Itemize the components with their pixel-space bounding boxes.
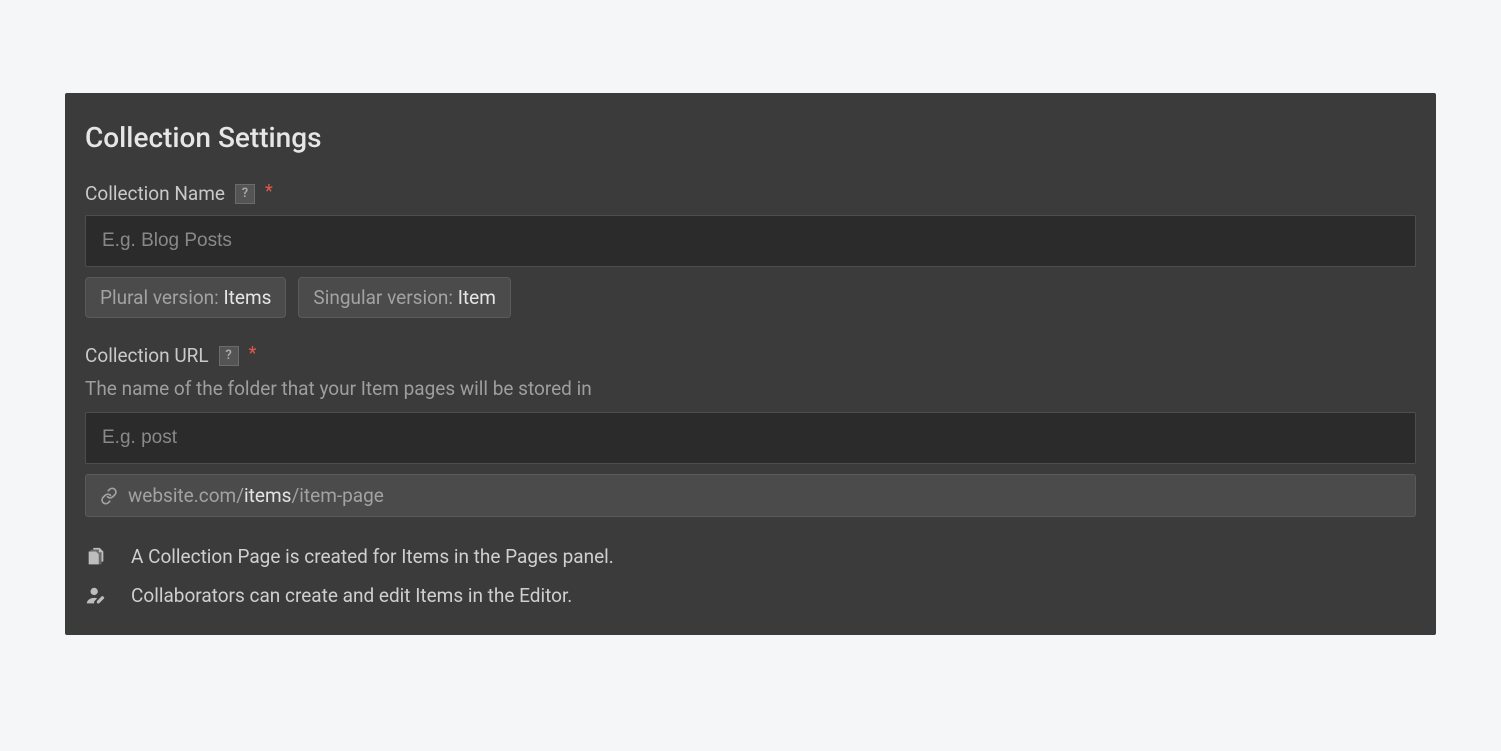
url-preview-suffix: /item-page bbox=[291, 484, 383, 507]
plural-version-chip[interactable]: Plural version: Items bbox=[85, 277, 286, 318]
collection-settings-panel: Collection Settings Collection Name ? * … bbox=[65, 93, 1436, 635]
collection-url-input[interactable] bbox=[85, 412, 1416, 464]
collection-url-hint: The name of the folder that your Item pa… bbox=[85, 377, 1416, 400]
singular-value: Item bbox=[458, 286, 496, 309]
collection-name-input[interactable] bbox=[85, 215, 1416, 267]
collection-name-label: Collection Name bbox=[85, 182, 225, 205]
url-preview-slug: items bbox=[244, 484, 291, 507]
help-icon[interactable]: ? bbox=[219, 346, 239, 366]
note-row-collection-page: A Collection Page is created for Items i… bbox=[85, 545, 1416, 568]
help-icon[interactable]: ? bbox=[235, 184, 255, 204]
note-text: Collaborators can create and edit Items … bbox=[131, 584, 572, 607]
singular-prefix: Singular version: bbox=[313, 286, 457, 309]
user-edit-icon bbox=[85, 585, 107, 607]
collection-url-field: Collection URL ? * The name of the folde… bbox=[65, 344, 1436, 517]
page-copy-icon bbox=[85, 546, 107, 568]
singular-version-chip[interactable]: Singular version: Item bbox=[298, 277, 510, 318]
plural-prefix: Plural version: bbox=[100, 286, 223, 309]
url-preview-host: website.com/ bbox=[128, 484, 244, 507]
collection-name-header: Collection Name ? * bbox=[85, 182, 1416, 205]
collection-url-header: Collection URL ? * bbox=[85, 344, 1416, 367]
plural-value: Items bbox=[223, 286, 271, 309]
version-chip-row: Plural version: Items Singular version: … bbox=[85, 277, 1416, 318]
panel-title: Collection Settings bbox=[65, 121, 1436, 172]
required-indicator: * bbox=[265, 183, 273, 201]
notes-list: A Collection Page is created for Items i… bbox=[65, 545, 1436, 607]
link-icon bbox=[100, 487, 118, 505]
note-text: A Collection Page is created for Items i… bbox=[131, 545, 614, 568]
url-preview: website.com/items/item-page bbox=[85, 474, 1416, 517]
required-indicator: * bbox=[249, 345, 257, 363]
collection-name-field: Collection Name ? * Plural version: Item… bbox=[65, 182, 1436, 318]
note-row-collaborators: Collaborators can create and edit Items … bbox=[85, 584, 1416, 607]
collection-url-label: Collection URL bbox=[85, 344, 209, 367]
